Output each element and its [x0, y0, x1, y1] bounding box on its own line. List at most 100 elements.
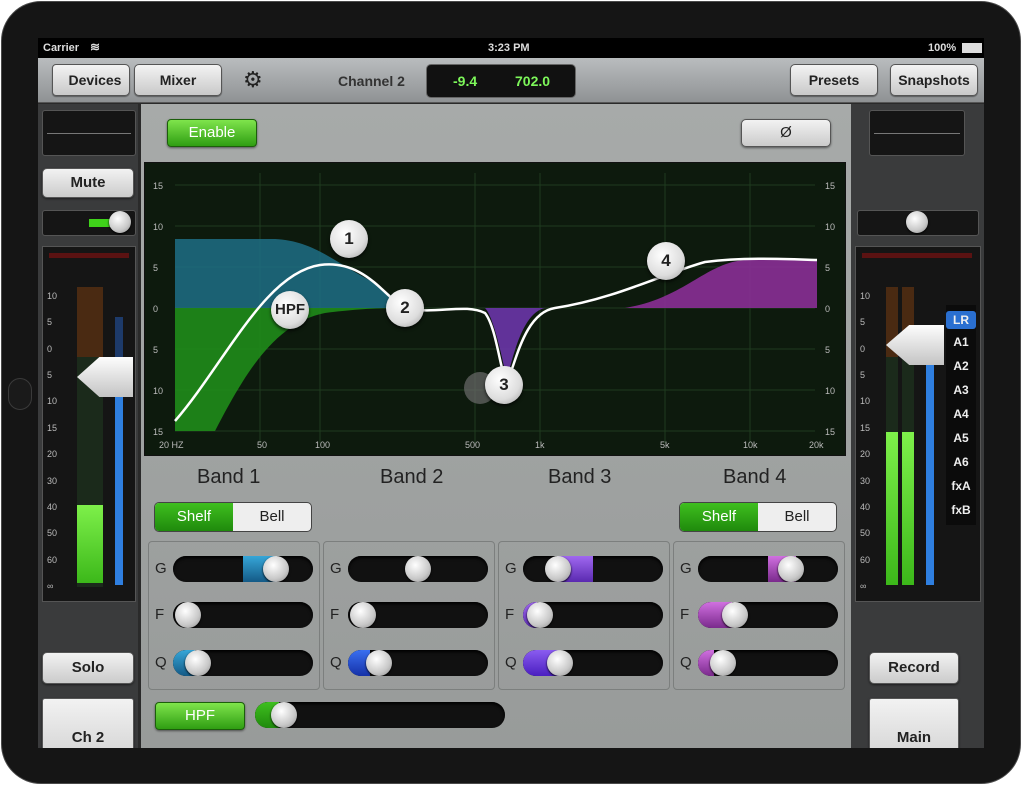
band1-bell-option[interactable]: Bell	[233, 503, 311, 531]
band4-shelf-option[interactable]: Shelf	[680, 503, 758, 531]
status-bar: Carrier ≋ 3:23 PM 100%	[38, 38, 984, 58]
eq-node-4[interactable]: 4	[647, 242, 685, 280]
db-tick-label: 5	[825, 263, 831, 273]
band3-freq-knob[interactable]	[527, 602, 553, 628]
q-label: Q	[155, 654, 167, 671]
record-button[interactable]: Record	[869, 652, 959, 684]
band4-gain-slider[interactable]	[698, 556, 838, 582]
bus-item[interactable]: fxB	[946, 503, 976, 517]
value-readout: -9.4 702.0	[426, 64, 576, 98]
presets-label: Presets	[808, 72, 860, 88]
band3-q-slider[interactable]	[523, 650, 663, 676]
band-4-label: Band 4	[723, 466, 787, 488]
main-eq-thumbnail[interactable]	[869, 110, 965, 156]
bus-item[interactable]: A5	[946, 431, 976, 445]
meter-scale-label: 60	[47, 554, 58, 565]
gear-icon[interactable]: ⚙	[243, 67, 263, 93]
devices-label: Devices	[68, 72, 122, 88]
bus-selector: LR A1 A2 A3 A4 A5 A6 fxA fxB	[946, 305, 976, 525]
band3-gain-slider[interactable]	[523, 556, 663, 582]
band4-gain-knob[interactable]	[778, 556, 804, 582]
eq-graph[interactable]: 15 10 5 0 5 10 15 15 10 5 0 5 10 15 20 HZ 50 100 500 1k 5…	[144, 162, 846, 456]
devices-back-button[interactable]: Devices	[52, 64, 130, 96]
bus-item[interactable]: fxA	[946, 479, 976, 493]
frequency-tick-label: 500	[465, 440, 481, 450]
mute-label: Mute	[70, 174, 106, 191]
mixer-button[interactable]: Mixer	[134, 64, 222, 96]
pan-knob[interactable]	[109, 211, 131, 233]
band3-q-knob[interactable]	[547, 650, 573, 676]
meter-scale-label: 5	[860, 317, 866, 328]
meter-scale-label: 10	[860, 291, 871, 301]
mini-eq-thumbnail[interactable]	[42, 110, 136, 156]
eq-node-3[interactable]: 3	[485, 366, 523, 404]
bus-item[interactable]: A1	[946, 335, 976, 349]
gain-label: G	[680, 560, 692, 577]
channel-select-button[interactable]: Ch 2	[42, 698, 134, 748]
bus-item[interactable]: A2	[946, 359, 976, 373]
eq-node-1[interactable]: 1	[330, 220, 368, 258]
gain-label: G	[330, 560, 342, 577]
frequency-tick-label: 20k	[809, 440, 824, 450]
battery-icon	[962, 43, 982, 53]
bus-item[interactable]: LR	[946, 311, 976, 329]
meter-scale-label: 10	[860, 396, 871, 407]
band1-gain-slider[interactable]	[173, 556, 313, 582]
band2-freq-slider[interactable]	[348, 602, 488, 628]
bus-item[interactable]: A3	[946, 383, 976, 397]
main-button-label: Main	[896, 729, 932, 746]
bus-item[interactable]: A4	[946, 407, 976, 421]
home-button[interactable]	[8, 378, 32, 410]
channel-name: Channel 2	[338, 73, 405, 89]
band4-freq-slider[interactable]	[698, 602, 838, 628]
band4-freq-knob[interactable]	[722, 602, 748, 628]
band2-gain-slider[interactable]	[348, 556, 488, 582]
band4-shape-toggle[interactable]: Shelf Bell	[679, 502, 837, 532]
pan-slider[interactable]	[42, 210, 136, 236]
band-3-label: Band 3	[548, 466, 612, 488]
main-select-button[interactable]: Main	[869, 698, 959, 748]
db-scale-right: 15 10 5 0 5 10 15	[825, 163, 839, 455]
band1-q-knob[interactable]	[185, 650, 211, 676]
presets-button[interactable]: Presets	[790, 64, 878, 96]
hpf-frequency-knob[interactable]	[271, 702, 297, 728]
band2-gain-knob[interactable]	[405, 556, 431, 582]
meter-scale-label: ∞	[860, 581, 867, 591]
db-tick-label: 10	[825, 386, 836, 396]
meter-scale-label: 40	[47, 501, 58, 512]
mute-button[interactable]: Mute	[42, 168, 134, 198]
eq-enable-button[interactable]: Enable	[167, 119, 257, 147]
meter-scale-label: 5	[47, 317, 53, 328]
band2-q-slider[interactable]	[348, 650, 488, 676]
db-tick-label: 5	[153, 263, 159, 273]
eq-node-hpf[interactable]: HPF	[271, 291, 309, 329]
band4-bell-option[interactable]: Bell	[758, 503, 836, 531]
main-balance-slider[interactable]	[857, 210, 979, 236]
hpf-enable-button[interactable]: HPF	[155, 702, 245, 730]
band1-gain-knob[interactable]	[263, 556, 289, 582]
hpf-frequency-slider[interactable]	[255, 702, 505, 728]
meter-scale-label: ∞	[47, 581, 54, 591]
band4-q-slider[interactable]	[698, 650, 838, 676]
band1-shelf-option[interactable]: Shelf	[155, 503, 233, 531]
band4-q-knob[interactable]	[710, 650, 736, 676]
snapshots-button[interactable]: Snapshots	[890, 64, 978, 96]
meter-scale-label: 10	[47, 291, 58, 301]
bus-item[interactable]: A6	[946, 455, 976, 469]
level-meter-panel: 10 5 0 5 10 15 20 30 40 50 60 ∞	[42, 246, 136, 602]
db-tick-label: 15	[153, 427, 164, 437]
band3-gain-knob[interactable]	[545, 556, 571, 582]
main-bus-strip: LR A1 A2 A3 A4 A5 A6 fxA fxB 10 5 0 5 10 15 20 30 40 50 60…	[851, 104, 984, 748]
solo-button[interactable]: Solo	[42, 652, 134, 684]
band2-freq-knob[interactable]	[350, 602, 376, 628]
band1-freq-knob[interactable]	[175, 602, 201, 628]
eq-node-2[interactable]: 2	[386, 289, 424, 327]
band1-shape-toggle[interactable]: Shelf Bell	[154, 502, 312, 532]
band2-q-knob[interactable]	[366, 650, 392, 676]
balance-knob[interactable]	[906, 211, 928, 233]
phase-invert-button[interactable]: Ø	[741, 119, 831, 147]
screen: Carrier ≋ 3:23 PM 100% Devices Mixer ⚙ C…	[38, 38, 984, 748]
band1-q-slider[interactable]	[173, 650, 313, 676]
band1-freq-slider[interactable]	[173, 602, 313, 628]
band3-freq-slider[interactable]	[523, 602, 663, 628]
